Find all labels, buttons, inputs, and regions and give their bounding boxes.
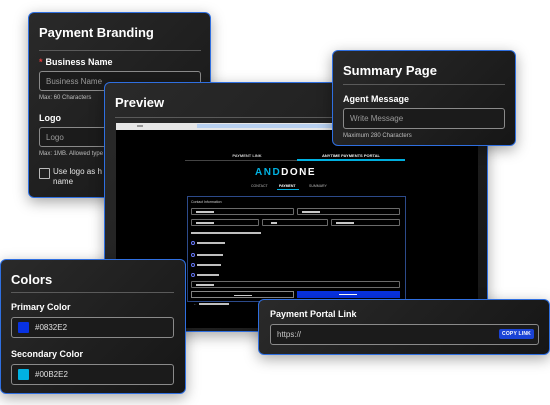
preview-text-line [191,232,261,234]
anddone-logo: ANDDONE [255,167,317,178]
preview-radio[interactable] [191,263,195,267]
agent-message-label: Agent Message [343,94,410,104]
agent-message-hint: Maximum 280 Characters [343,133,412,139]
divider [39,50,201,51]
step-summary: SUMMARY [309,184,327,188]
logo-label: Logo [39,113,61,123]
divider [11,292,174,293]
tab-payment-link[interactable]: PAYMENT LINK [197,153,297,158]
step-contact: CONTACT [251,184,268,188]
preview-radio-label [197,242,225,244]
summary-page-card: Summary Page Agent Message Write Message… [332,50,516,146]
preview-back-button[interactable] [191,291,294,298]
divider [343,84,505,85]
preview-radio[interactable] [191,273,195,277]
primary-color-input[interactable]: #0832E2 [11,317,174,338]
logo-hint: Max: 1MB. Allowed type [39,151,104,157]
preview-back-arrow-icon[interactable]: ← [193,301,197,306]
tab-anytime-payments-portal[interactable]: ANYTIME PAYMENTS PORTAL [297,153,405,158]
secondary-color-input[interactable]: #00B2E2 [11,364,174,385]
preview-radio[interactable] [191,241,195,245]
preview-radio-label [197,274,219,276]
secondary-color-label: Secondary Color [11,349,84,359]
preview-first-name-field[interactable] [191,208,294,215]
primary-color-swatch[interactable] [18,322,29,333]
payment-portal-link-card: Payment Portal Link https:// COPY LINK [258,299,550,355]
preview-radio-label [197,254,223,256]
use-logo-checkbox[interactable] [39,168,50,179]
step-payment: PAYMENT [279,184,296,188]
preview-radio[interactable] [191,253,195,257]
tab-active-indicator [297,159,405,161]
payment-branding-title: Payment Branding [39,25,154,40]
preview-continue-button[interactable] [297,291,400,298]
step-active-indicator [277,189,299,190]
secondary-color-swatch[interactable] [18,369,29,380]
summary-page-title: Summary Page [343,63,437,78]
primary-color-label: Primary Color [11,302,71,312]
business-name-label: * Business Name [39,57,113,67]
browser-nav-icon [137,125,143,127]
preview-zip-field[interactable] [331,219,400,226]
colors-title: Colors [11,272,53,287]
preview-last-name-field[interactable] [297,208,400,215]
business-name-hint: Max: 60 Characters [39,95,92,101]
contact-information-label: Contact Information [191,200,222,204]
preview-email-field[interactable] [191,219,259,226]
copy-link-button[interactable]: COPY LINK [499,329,534,339]
colors-card: Colors Primary Color #0832E2 Secondary C… [0,259,186,394]
use-logo-label: Use logo as h name [53,167,102,186]
preview-back-link[interactable] [199,303,229,305]
payment-portal-link-title: Payment Portal Link [270,309,357,319]
preview-radio-label [197,264,221,266]
preview-phone-field[interactable] [262,219,328,226]
agent-message-input[interactable]: Write Message [343,108,505,129]
preview-address-field[interactable] [191,281,400,288]
